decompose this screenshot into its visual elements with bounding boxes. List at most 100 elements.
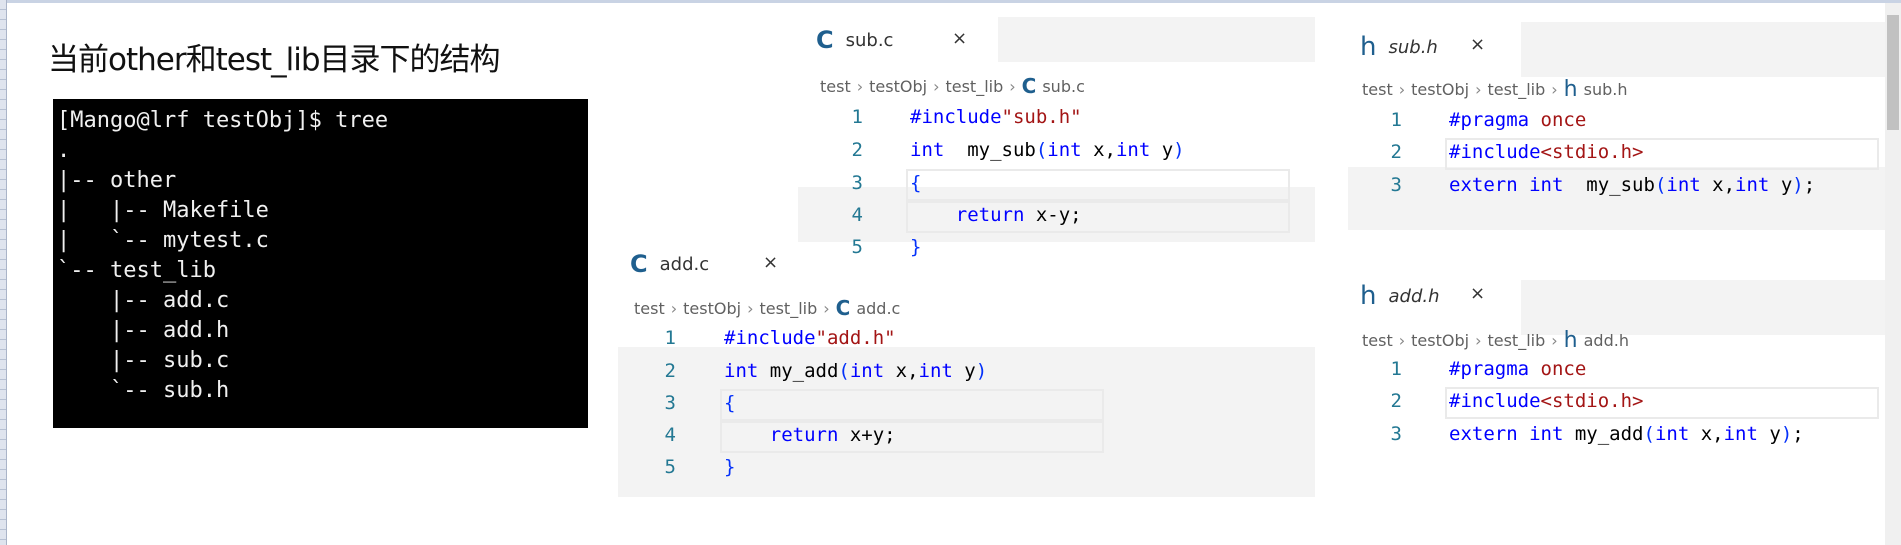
breadcrumb-item[interactable]: add.c [856, 299, 900, 318]
line-number: 3 [664, 392, 676, 414]
code-line[interactable]: return x-y; [910, 204, 1082, 226]
code-line[interactable]: extern int my_sub(int x,int y); [1449, 174, 1815, 196]
tab-label: sub.c [845, 29, 894, 51]
line-number: 2 [664, 360, 676, 382]
keyword-token: #include [1449, 390, 1541, 412]
code-token: x+y; [838, 424, 896, 446]
code-token: ; [1792, 423, 1804, 445]
terminal-line: |-- add.c [57, 288, 230, 313]
code-line[interactable]: int my_add(int x,int y) [724, 360, 987, 382]
c-file-icon: C [1021, 74, 1037, 98]
close-icon[interactable]: × [1470, 34, 1485, 55]
terminal-line: |-- add.h [57, 318, 230, 343]
window-top-border [0, 0, 1901, 3]
breadcrumb-item[interactable]: sub.h [1584, 80, 1628, 99]
code-token: x, [884, 360, 919, 382]
string-token: <stdio.h> [1540, 390, 1644, 412]
keyword-token: int [1666, 174, 1701, 196]
breadcrumb: test › testObj › test_lib › h sub.h [1362, 77, 1627, 102]
keyword-token: int [1735, 174, 1770, 196]
scrollbar-thumb[interactable] [1887, 15, 1899, 130]
breadcrumb-item[interactable]: test_lib [1487, 331, 1545, 350]
breadcrumb-item[interactable]: test [820, 77, 851, 96]
code-token: x, [1689, 423, 1724, 445]
close-icon[interactable]: × [1470, 283, 1485, 304]
line-number: 1 [1390, 358, 1402, 380]
code-line[interactable]: { [910, 172, 921, 194]
breadcrumb-item[interactable]: sub.c [1042, 77, 1085, 96]
code-line[interactable]: int my_sub(int x,int y) [910, 139, 1185, 161]
code-line[interactable]: #pragma once [1449, 358, 1586, 380]
breadcrumb-item[interactable]: test_lib [759, 299, 817, 318]
editor-tab-subc[interactable]: Csub.c [816, 26, 893, 54]
code-line[interactable]: } [724, 456, 735, 478]
c-file-icon: C [835, 296, 851, 320]
keyword-token: int [1723, 423, 1758, 445]
code-line[interactable]: #include<stdio.h> [1449, 141, 1643, 163]
line-number: 1 [664, 327, 676, 349]
terminal-screenshot: [Mango@lrf testObj]$ tree. |-- other | |--… [53, 99, 588, 428]
terminal-line: . [57, 138, 71, 163]
breadcrumb-item[interactable]: testObj [1411, 80, 1469, 99]
h-file-icon: h [1360, 32, 1377, 62]
breadcrumb-item[interactable]: test [1362, 80, 1393, 99]
code-line[interactable]: { [724, 392, 735, 414]
chevron-right-icon: › [1475, 331, 1482, 350]
code-line[interactable]: #include<stdio.h> [1449, 390, 1643, 412]
keyword-token: return [769, 424, 839, 446]
bracket-token: } [910, 236, 922, 258]
keyword-token: int [849, 360, 885, 382]
code-token: my_sub [1563, 174, 1655, 196]
breadcrumb: test › testObj › test_lib › Cadd.c [634, 296, 900, 320]
c-file-icon: C [630, 250, 648, 278]
code-token: x, [1081, 139, 1116, 161]
bracket-token: ) [975, 360, 988, 382]
line-number: 2 [1390, 390, 1402, 412]
current-line-highlight [906, 169, 1290, 201]
code-line[interactable]: } [910, 236, 921, 258]
code-line[interactable]: #include"sub.h" [910, 106, 1082, 128]
vertical-scrollbar[interactable] [1885, 3, 1901, 545]
breadcrumb-item[interactable]: testObj [1411, 331, 1469, 350]
terminal-line: `-- test_lib [57, 258, 216, 283]
code-token: my_add [1563, 423, 1644, 445]
editor-tab-addc[interactable]: Cadd.c [630, 250, 709, 278]
close-icon[interactable]: × [952, 28, 967, 49]
close-icon[interactable]: × [763, 252, 778, 273]
breadcrumb-item[interactable]: test [1362, 331, 1393, 350]
breadcrumb-item[interactable]: test [634, 299, 665, 318]
bracket-token: ( [1654, 174, 1667, 196]
terminal-line: | `-- mytest.c [57, 228, 269, 253]
tab-label: add.h [1388, 285, 1440, 307]
chevron-right-icon: › [670, 298, 678, 318]
keyword-token: int [1654, 423, 1690, 445]
code-token: my_add [758, 360, 839, 382]
code-token: y [1150, 139, 1174, 161]
string-token: "add.h" [815, 327, 896, 349]
line-number: 3 [851, 172, 863, 194]
breadcrumb: test › testObj › test_lib › h add.h [1362, 328, 1629, 353]
breadcrumb-item[interactable]: test_lib [945, 77, 1003, 96]
breadcrumb-item[interactable]: testObj [869, 77, 927, 96]
breadcrumb-item[interactable]: add.h [1584, 331, 1629, 350]
editor-tab-subh[interactable]: h sub.h [1360, 32, 1438, 62]
breadcrumb-item[interactable]: testObj [683, 299, 741, 318]
code-line[interactable]: #include"add.h" [724, 327, 896, 349]
terminal-line: |-- sub.c [57, 348, 230, 373]
code-line[interactable]: #pragma once [1449, 109, 1586, 131]
line-number: 1 [851, 106, 863, 128]
keyword-token: int [1529, 423, 1564, 445]
editor-tab-addh[interactable]: h add.h [1360, 281, 1440, 311]
line-number: 4 [664, 424, 676, 446]
keyword-token: #pragma [1449, 109, 1530, 131]
terminal-line: |-- other [57, 168, 177, 193]
bracket-token: } [724, 456, 736, 478]
code-token: y [1769, 174, 1793, 196]
breadcrumb-item[interactable]: test_lib [1487, 80, 1545, 99]
chevron-right-icon: › [933, 76, 940, 96]
line-number: 5 [851, 236, 863, 258]
chevron-right-icon: › [1009, 76, 1016, 96]
code-line[interactable]: extern int my_add(int x,int y); [1449, 423, 1804, 445]
code-line[interactable]: return x+y; [724, 424, 896, 446]
